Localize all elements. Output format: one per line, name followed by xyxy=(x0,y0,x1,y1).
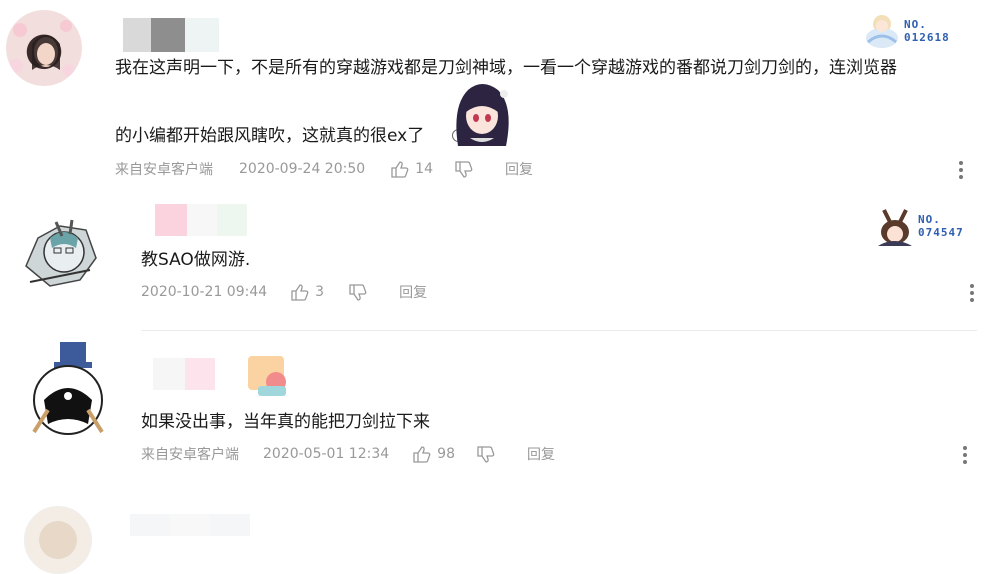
comment-meta: 来自安卓客户端 2020-05-01 12:34 98 回复 xyxy=(141,443,555,465)
more-vertical-icon[interactable] xyxy=(970,284,974,305)
avatar[interactable] xyxy=(6,10,82,86)
timestamp: 2020-09-24 20:50 xyxy=(239,161,366,177)
thumb-up-icon xyxy=(391,160,409,178)
reply-button[interactable]: 回复 xyxy=(527,444,555,464)
avatar-image xyxy=(9,20,74,76)
thumb-up-icon xyxy=(291,283,309,301)
comment-text-line2: 的小编都开始跟风瞎吹，这就真的很ex了 xyxy=(115,126,425,146)
avatar[interactable] xyxy=(20,208,100,288)
timestamp: 2020-05-01 12:34 xyxy=(263,446,390,462)
sticker-icon xyxy=(448,76,516,146)
badge-no: NO. xyxy=(904,18,927,31)
like-count: 98 xyxy=(437,446,455,462)
thumb-up-icon xyxy=(413,445,431,463)
dislike-button[interactable] xyxy=(455,160,473,178)
dislike-button[interactable] xyxy=(349,283,367,301)
username-blurred[interactable] xyxy=(155,204,247,236)
comment-text: 教SAO做网游. xyxy=(141,250,251,270)
like-count: 3 xyxy=(315,284,325,300)
timestamp: 2020-10-21 09:44 xyxy=(141,284,268,300)
avatar[interactable] xyxy=(24,506,92,574)
fan-badge[interactable]: NO. 074547 xyxy=(872,206,964,246)
avatar[interactable] xyxy=(28,340,108,444)
avatar-image xyxy=(32,342,104,435)
badge-number: 012618 xyxy=(904,31,950,44)
username-blurred[interactable] xyxy=(130,514,250,536)
fan-badge[interactable]: NO. 012618 xyxy=(858,12,950,50)
reply-button[interactable]: 回复 xyxy=(505,159,533,179)
like-count: 14 xyxy=(415,161,433,177)
fan-badge-icon xyxy=(866,15,898,48)
like-button[interactable]: 98 xyxy=(413,445,455,463)
client-source: 来自安卓客户端 xyxy=(115,162,213,178)
more-vertical-icon[interactable] xyxy=(959,161,963,182)
like-button[interactable]: 14 xyxy=(391,160,433,178)
username-blurred[interactable] xyxy=(153,358,245,390)
avatar-image xyxy=(25,219,97,287)
badge-icon[interactable] xyxy=(248,356,290,398)
comment-meta: 来自安卓客户端 2020-09-24 20:50 14 回复 xyxy=(115,158,533,180)
comment-text: 如果没出事，当年真的能把刀剑拉下来 xyxy=(141,412,430,432)
comment-meta: 2020-10-21 09:44 3 回复 xyxy=(141,281,427,303)
thumb-down-icon xyxy=(477,445,495,463)
badge-no: NO. xyxy=(918,213,941,226)
thumb-down-icon xyxy=(349,283,367,301)
dislike-button[interactable] xyxy=(477,445,495,463)
client-source: 来自安卓客户端 xyxy=(141,447,239,463)
like-button[interactable]: 3 xyxy=(291,283,325,301)
reply-button[interactable]: 回复 xyxy=(399,282,427,302)
username-blurred[interactable] xyxy=(123,18,219,52)
more-vertical-icon[interactable] xyxy=(963,446,967,467)
fan-badge-icon xyxy=(878,209,912,246)
thumb-down-icon xyxy=(455,160,473,178)
badge-number: 074547 xyxy=(918,226,964,239)
divider xyxy=(141,330,977,331)
